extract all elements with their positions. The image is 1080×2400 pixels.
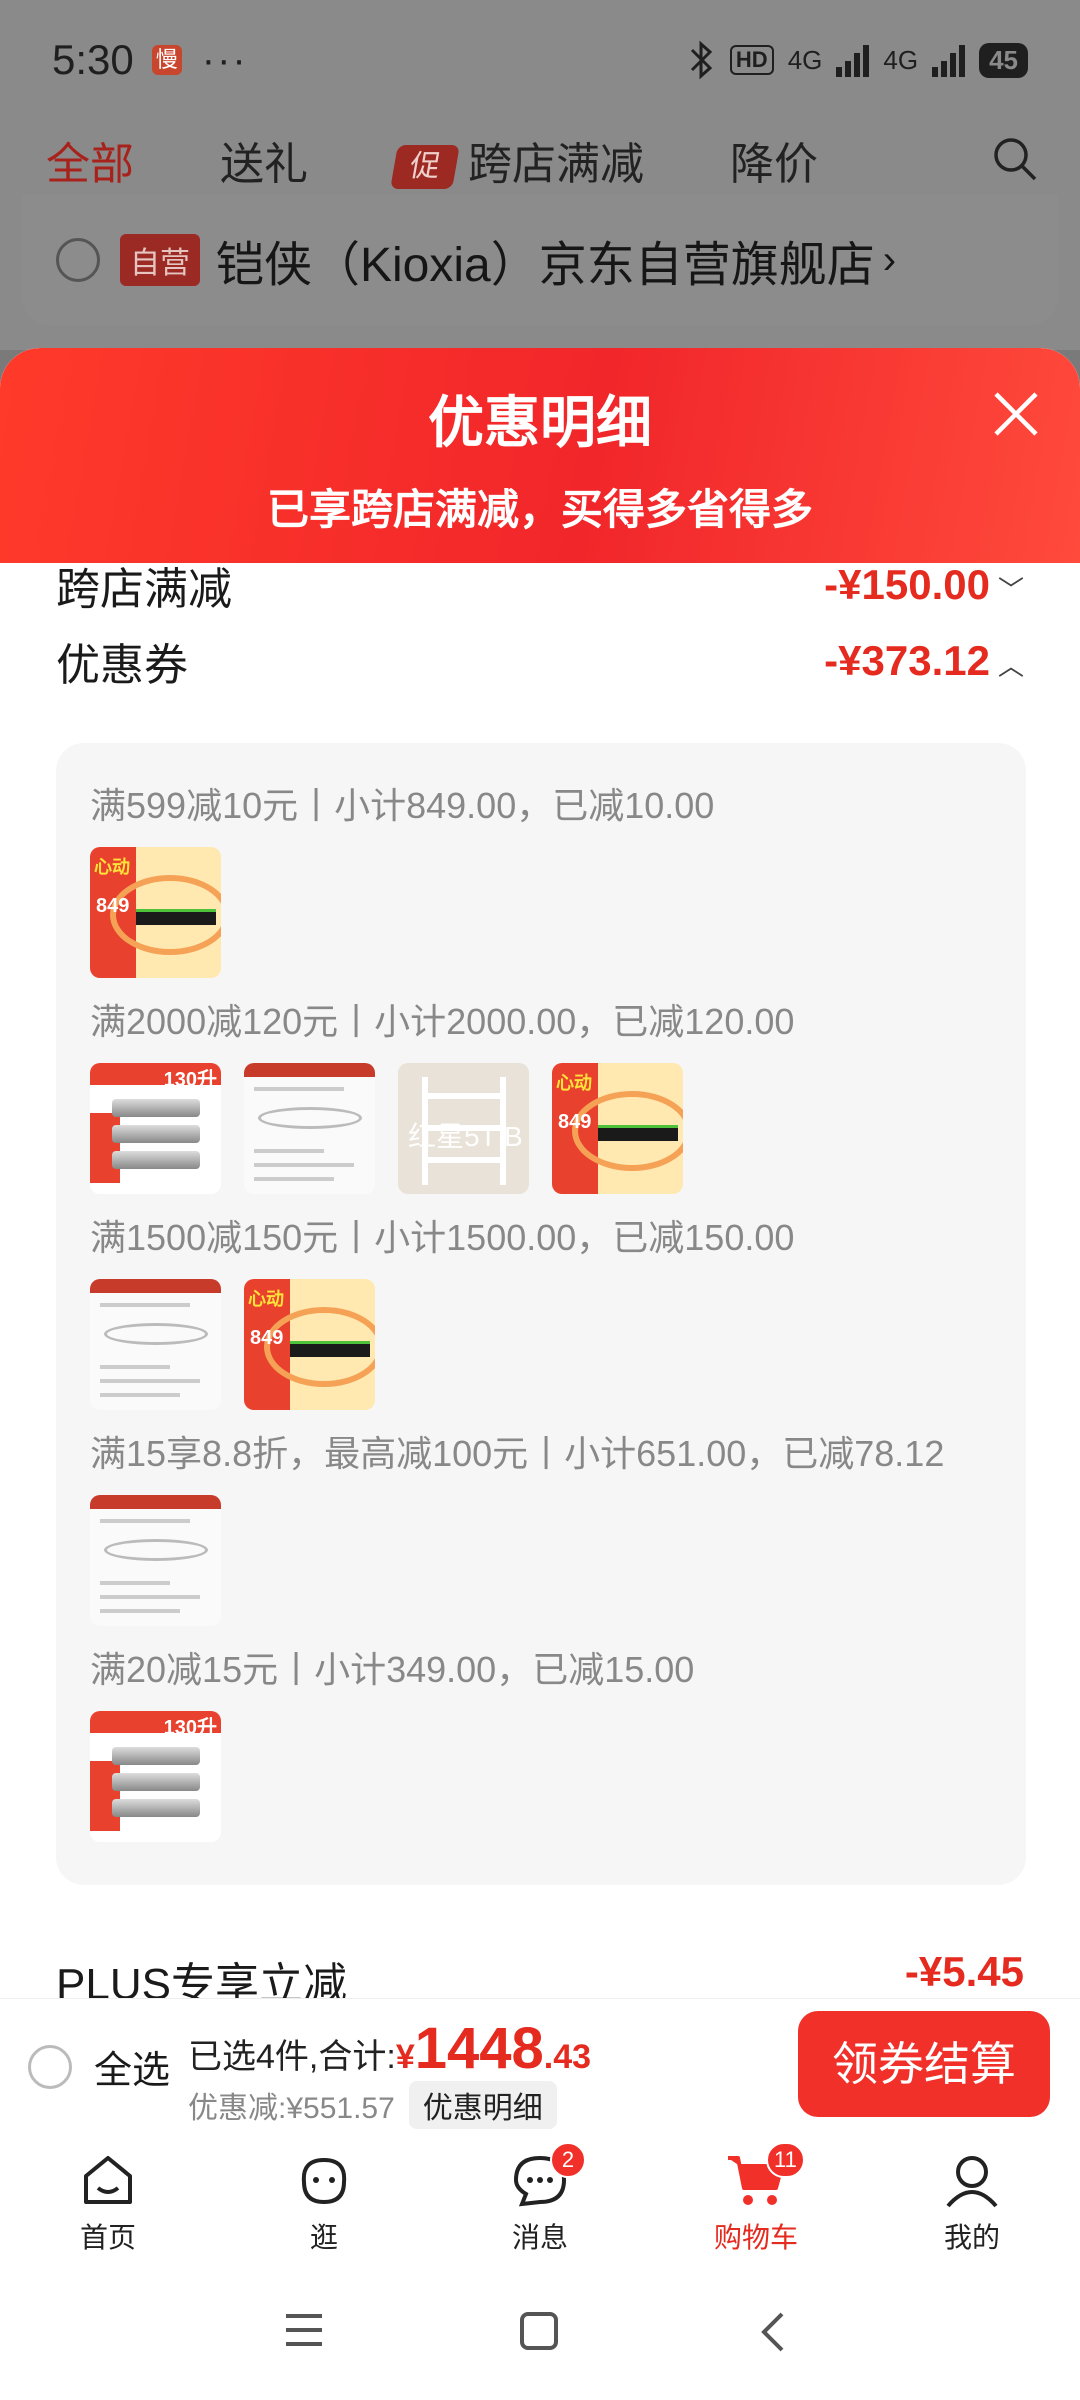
total-summary: 已选4件,合计:¥1448.43 [188,2015,591,2082]
checkout-bar: 全选 已选4件,合计:¥1448.43 优惠减:¥551.57 优惠明细 领券结… [0,1998,1080,2132]
coupon-group-label: 满20减15元丨小计349.00，已减15.00 [90,1649,695,1690]
home-icon [84,2156,132,2204]
tab-cart[interactable]: 购物车 11 [648,2132,864,2262]
tab-messages[interactable]: 消息 2 [432,2132,648,2262]
product-thumb-ssd[interactable]: 心动 849 [552,1063,683,1194]
network-type-2: 4G [883,44,919,75]
total-decimal: .43 [543,2038,592,2076]
coupon-amount: -¥373.12 [824,637,990,684]
tab-home[interactable]: 首页 [0,2132,216,2262]
search-icon[interactable] [990,134,1040,184]
product-thumbs: 130升 [90,1711,221,1842]
coupon-discount-row[interactable]: 优惠券 -¥373.12 ︿ [56,629,1024,693]
product-thumb-ceiling-lamp[interactable] [90,1279,221,1410]
summary-prefix: 已选4件,合计: [188,2038,396,2076]
product-thumb-ssd[interactable]: 心动 849 [90,847,221,978]
more-notifications-icon: ··· [201,37,248,82]
status-time: 5:30 [52,36,134,83]
coupon-group-label: 满2000减120元丨小计2000.00，已减120.00 [90,1001,795,1042]
face-icon [301,2157,347,2205]
chevron-up-icon: ︿ [997,651,1024,681]
product-thumbs [90,1495,221,1626]
plus-discount-row: PLUS专享立减 -¥5.45 [56,1948,1024,1998]
tab-browse[interactable]: 逛 [216,2132,432,2262]
plus-label: PLUS专享立减 [56,1960,347,1998]
system-navigation [0,2262,1080,2400]
checkout-button[interactable]: 领券结算 [798,2011,1050,2117]
tab-cross-store-label: 跨店满减 [468,140,644,189]
select-all-radio[interactable] [28,2044,72,2089]
total-integer: 1448 [414,2016,544,2081]
tab-home-label: 首页 [79,2222,136,2253]
product-thumbs: 心动 849 [90,847,221,978]
currency-symbol: ¥ [395,2038,415,2076]
hd-icon: HD [729,45,774,75]
tab-cart-label: 购物车 [713,2222,798,2253]
user-icon [946,2156,998,2208]
product-thumb-ssd[interactable]: 心动 849 [244,1279,375,1410]
cross-store-amount: -¥150.00 [824,561,990,608]
select-all-toggle[interactable]: 全选 [28,2039,170,2094]
tab-profile-label: 我的 [943,2222,1000,2253]
tab-browse-label: 逛 [309,2222,338,2253]
tab-profile[interactable]: 我的 [864,2132,1080,2262]
coupon-label: 优惠券 [56,641,188,690]
discount-amount: 优惠减:¥551.57 [188,2092,395,2125]
sheet-title: 优惠明细 [428,391,652,454]
product-thumb-shelf[interactable]: 红星5T B [398,1063,529,1194]
plus-amount: -¥5.45 [904,1948,1024,1995]
cart-count-badge: 11 [766,2142,805,2178]
messages-count-badge: 2 [550,2142,586,2178]
discount-detail-sheet: 优惠明细 已享跨店满减，买得多省得多 跨店满减 -¥150.00 ﹀ 优惠券 -¥… [0,348,1080,1998]
tab-all[interactable]: 全部 [46,128,134,192]
promo-badge: 促 [390,145,460,190]
bottom-tab-bar: 首页 逛 消息 2 购物车 11 我的 [0,2132,1080,2262]
app-notification-badge: 慢 [151,45,182,75]
store-row: 自营 铠侠（Kioxia）京东自营旗舰店 › [22,195,1058,325]
menu-icon[interactable] [282,2310,326,2350]
product-thumb-steamer[interactable]: 130升 [90,1711,221,1842]
self-operated-badge: 自营 [120,234,200,286]
bluetooth-icon [690,40,713,80]
sheet-subtitle: 已享跨店满减，买得多省得多 [266,486,813,533]
back-icon[interactable] [756,2310,790,2354]
chevron-right-icon: › [882,237,897,282]
coupon-group-label: 满1500减150元丨小计1500.00，已减150.00 [90,1217,795,1258]
battery-icon: 45 [979,42,1028,78]
sheet-header: 优惠明细 已享跨店满减，买得多省得多 [0,348,1080,563]
product-thumbs: 130升 红星5T B 心动 849 [90,1063,683,1194]
store-name[interactable]: 铠侠（Kioxia）京东自营旗舰店 [216,225,875,295]
signal-icon [932,43,966,77]
signal-icon [836,43,870,77]
tab-price-drop[interactable]: 降价 [730,128,818,192]
product-thumb-steamer[interactable]: 130升 [90,1063,221,1194]
select-all-label: 全选 [94,2050,171,2092]
coupon-group-label: 满15享8.8折，最高减100元丨小计651.00，已减78.12 [90,1433,945,1474]
product-thumb-ceiling-lamp[interactable] [90,1495,221,1626]
tab-cross-store[interactable]: 促跨店满减 [390,128,644,192]
product-thumb-ceiling-lamp[interactable] [244,1063,375,1194]
product-thumbs: 心动 849 [90,1279,375,1410]
sheet-body: 跨店满减 -¥150.00 ﹀ 优惠券 -¥373.12 ︿ 满599减10元丨小计… [22,561,1058,1998]
discount-detail-button[interactable]: 优惠明细 [408,2081,557,2129]
home-square-icon[interactable] [518,2310,560,2352]
coupon-breakdown: 满599减10元丨小计849.00，已减10.00 心动 849 满2000减12… [56,743,1026,1885]
status-bar: 5:30 慢 ··· HD 4G 4G 45 [0,0,1080,120]
store-select-radio[interactable] [56,238,100,282]
cart-filter-tabs: 全部 送礼 促跨店满减 降价 [0,120,1080,200]
discount-summary: 优惠减:¥551.57 优惠明细 [188,2081,557,2129]
tab-messages-label: 消息 [511,2222,568,2253]
tab-gift[interactable]: 送礼 [220,128,308,192]
close-icon[interactable] [988,386,1044,442]
network-type-1: 4G [787,44,823,75]
coupon-group-label: 满599减10元丨小计849.00，已减10.00 [90,785,715,826]
chevron-down-icon: ﹀ [997,575,1024,605]
